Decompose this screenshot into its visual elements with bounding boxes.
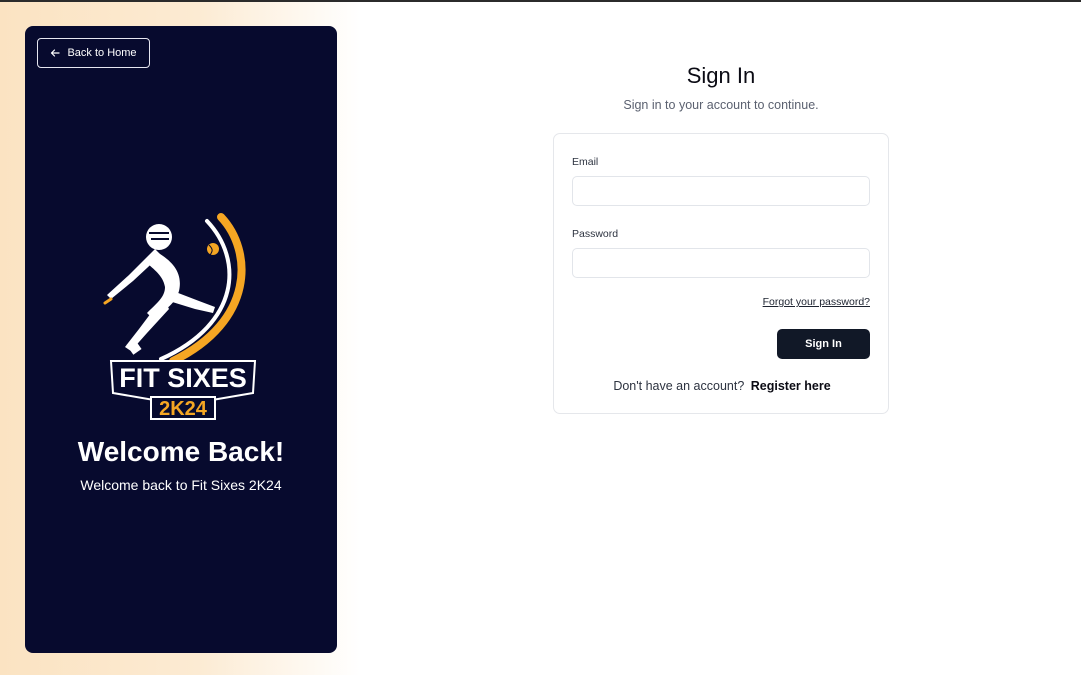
email-field[interactable]	[572, 176, 870, 206]
welcome-subtitle: Welcome back to Fit Sixes 2K24	[80, 477, 282, 493]
password-label: Password	[572, 228, 619, 240]
logo-year-text: 2K24	[159, 398, 208, 420]
register-link[interactable]: Register here	[751, 379, 831, 393]
welcome-panel: Back to Home FIT SIXES 2K24 Welcome Back…	[25, 26, 337, 653]
arrow-left-icon	[51, 49, 61, 57]
register-row: Don't have an account? Register here	[554, 379, 890, 393]
welcome-title: Welcome Back!	[77, 436, 285, 467]
email-label: Email	[572, 156, 599, 168]
forgot-password-link[interactable]: Forgot your password?	[763, 296, 870, 308]
register-prompt: Don't have an account?	[613, 379, 745, 393]
signin-form: Email Password Forgot your password? Sig…	[553, 133, 889, 414]
password-field[interactable]	[572, 248, 870, 278]
signin-title: Sign In	[686, 63, 756, 88]
signin-subtitle: Sign in to your account to continue.	[623, 98, 819, 112]
back-to-home-label: Back to Home	[67, 47, 137, 59]
fit-sixes-logo: FIT SIXES 2K24	[103, 213, 257, 420]
sign-in-button[interactable]: Sign In	[777, 329, 870, 359]
logo-title-text: FIT SIXES	[119, 363, 247, 393]
back-to-home-button[interactable]: Back to Home	[37, 38, 150, 68]
